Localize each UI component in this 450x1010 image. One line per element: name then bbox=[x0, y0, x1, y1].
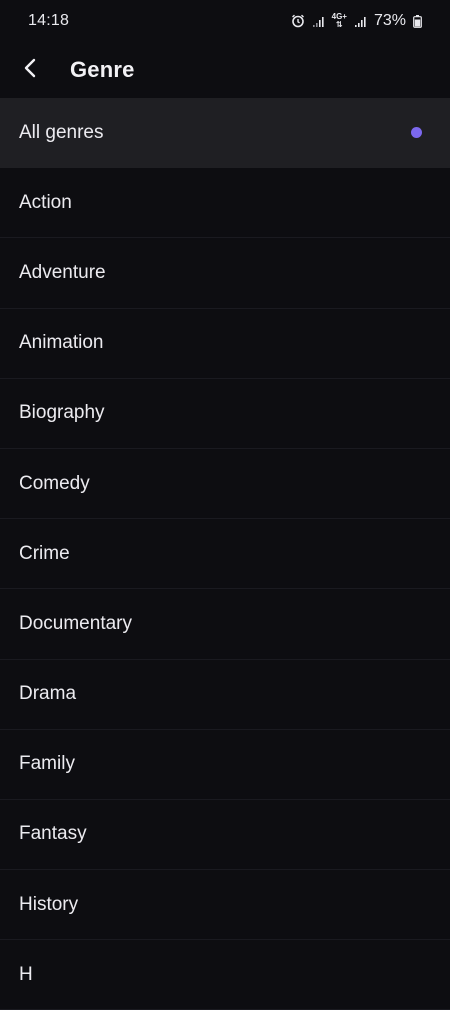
genre-label: Biography bbox=[19, 402, 105, 424]
genre-label: Family bbox=[19, 753, 75, 775]
genre-label: All genres bbox=[19, 121, 104, 143]
genre-label: History bbox=[19, 893, 79, 915]
network-arrows-icon: ⇅ bbox=[335, 20, 343, 29]
back-button[interactable] bbox=[0, 42, 60, 98]
genre-label: Action bbox=[19, 191, 72, 213]
genre-option[interactable]: Adventure bbox=[0, 238, 450, 309]
genre-option[interactable]: Documentary bbox=[0, 589, 450, 660]
genre-option[interactable]: History bbox=[0, 870, 450, 941]
selected-dot-icon bbox=[411, 127, 422, 139]
status-icons: 4G+ ⇅ 73% bbox=[291, 12, 422, 30]
genre-option[interactable]: Action bbox=[0, 168, 450, 239]
signal-icon bbox=[354, 15, 367, 28]
genre-option[interactable]: Crime bbox=[0, 519, 450, 590]
chevron-left-icon bbox=[23, 58, 37, 83]
genre-label: Adventure bbox=[19, 261, 106, 283]
genre-option[interactable]: Family bbox=[0, 730, 450, 800]
genre-label: Documentary bbox=[19, 612, 132, 634]
genre-option[interactable]: Biography bbox=[0, 379, 450, 449]
alarm-icon bbox=[291, 14, 305, 28]
genre-label: Animation bbox=[19, 332, 104, 354]
genre-label: Crime bbox=[19, 542, 70, 564]
genre-label: Fantasy bbox=[19, 823, 87, 845]
status-time: 14:18 bbox=[28, 12, 70, 29]
status-bar: 14:18 4G+ ⇅ 73% bbox=[0, 0, 450, 42]
genre-label: Drama bbox=[19, 683, 77, 705]
genre-option[interactable]: Comedy bbox=[0, 449, 450, 520]
signal-icon bbox=[312, 15, 325, 28]
battery-icon bbox=[413, 14, 422, 28]
page-title: Genre bbox=[70, 57, 135, 82]
genre-option[interactable]: All genres bbox=[0, 98, 450, 169]
app-header: Genre bbox=[0, 42, 450, 98]
genre-label: Comedy bbox=[19, 472, 90, 494]
genre-option[interactable]: Drama bbox=[0, 660, 450, 730]
battery-percent: 73% bbox=[373, 12, 406, 29]
network-4g-icon: 4G+ ⇅ bbox=[332, 13, 347, 29]
genre-option[interactable]: Animation bbox=[0, 309, 450, 379]
genre-option[interactable]: Fantasy bbox=[0, 800, 450, 871]
genre-list: All genres Action Adventure Animation Biogra… bbox=[0, 98, 450, 1010]
genre-option[interactable]: H bbox=[0, 940, 450, 1010]
